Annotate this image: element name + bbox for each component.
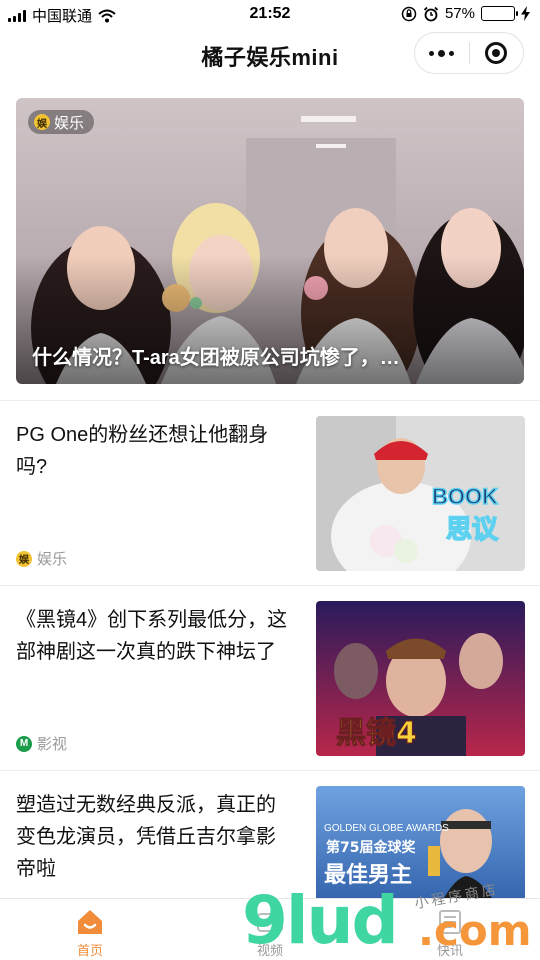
entertainment-icon: 娱	[34, 114, 50, 130]
tab-home-label: 首页	[76, 943, 103, 958]
hero-category-tag: 娱 娱乐	[28, 110, 95, 134]
entertainment-icon: 娱	[16, 550, 32, 567]
hero-category-label: 娱乐	[54, 114, 85, 132]
alarm-icon	[423, 6, 439, 21]
article-category-label: 影视	[37, 736, 68, 753]
article-item[interactable]: PG One的粉丝还想让他翻身吗? 娱 娱乐 BOOK 思议	[0, 401, 540, 585]
thumbnail-image: 黑镜4	[316, 601, 525, 756]
more-options-button[interactable]	[415, 49, 469, 57]
home-icon	[78, 910, 102, 934]
status-bar: 中国联通 21:52 57%	[0, 0, 540, 28]
article-title: 塑造过无数经典反派，真正的变色龙演员，凭借丘吉尔拿影帝啦	[16, 794, 276, 880]
movie-icon: M	[16, 735, 32, 752]
article-title: 《黑镜4》创下系列最低分，这部神剧这一次真的跌下神坛了	[16, 609, 288, 663]
article-thumbnail: BOOK 思议	[316, 416, 525, 571]
article-category-label: 娱乐	[37, 551, 68, 568]
hero-title: 什么情况？T-ara女团被原公司坑惨了，…	[32, 347, 400, 369]
target-icon	[485, 42, 508, 64]
thumb-text-edition: 第75届金球奖	[326, 839, 416, 856]
close-mini-program-button[interactable]	[470, 42, 524, 64]
mini-program-capsule	[414, 32, 524, 74]
tab-video[interactable]: 视频	[180, 899, 360, 960]
thumb-text-best-actor: 最佳男主	[324, 863, 412, 888]
video-icon	[257, 913, 283, 932]
thumb-text-award: GOLDEN GLOBE AWARDS	[324, 823, 449, 834]
article-item[interactable]: 《黑镜4》创下系列最低分，这部神剧这一次真的跌下神坛了 M 影视 黑镜4	[0, 586, 540, 770]
news-icon	[439, 910, 461, 934]
article-category: M 影视	[16, 733, 67, 754]
battery-icon	[481, 6, 518, 21]
thumbnail-image: BOOK 思议	[316, 416, 525, 571]
navigation-bar: 橘子娱乐mini	[0, 28, 540, 80]
tab-news-label: 快讯	[436, 943, 463, 958]
article-thumbnail: 黑镜4	[316, 601, 525, 756]
thumb-text-book: BOOK	[432, 484, 498, 509]
thumb-text-siyi: 思议	[446, 515, 499, 545]
orientation-lock-icon	[401, 6, 417, 21]
charging-icon	[521, 6, 530, 21]
tab-video-label: 视频	[256, 943, 283, 958]
hero-article-card[interactable]: 娱 娱乐 什么情况？T-ara女团被原公司坑惨了，…	[16, 98, 524, 384]
thumb-text-title: 黑镜4	[336, 716, 417, 751]
tab-home[interactable]: 首页	[0, 899, 180, 960]
battery-percent: 57%	[444, 5, 475, 22]
tab-bar: 首页 视频 快讯	[0, 898, 540, 960]
article-title: PG One的粉丝还想让他翻身吗?	[16, 424, 269, 478]
article-category: 娱 娱乐	[16, 548, 67, 569]
tab-news[interactable]: 快讯	[360, 899, 540, 960]
